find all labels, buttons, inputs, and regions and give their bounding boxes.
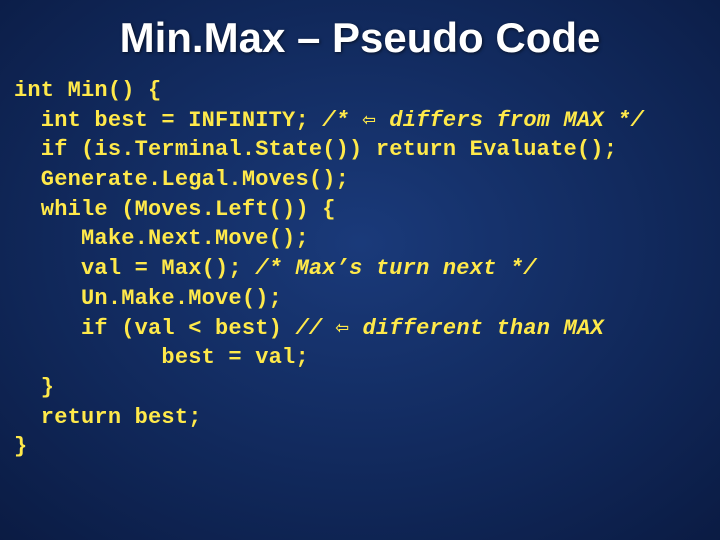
code-line: int best = INFINITY; [14, 108, 322, 133]
code-line: if (val < best) [14, 316, 295, 341]
slide: Min.Max – Pseudo Code int Min() { int be… [0, 0, 720, 540]
code-line: Generate.Legal.Moves(); [14, 167, 349, 192]
code-line: } [14, 434, 27, 459]
code-line: } [14, 375, 54, 400]
code-line: while (Moves.Left()) { [14, 197, 336, 222]
code-comment: /* Max’s turn next */ [255, 256, 536, 281]
code-line: if (is.Terminal.State()) return Evaluate… [14, 137, 617, 162]
code-comment: /* ⇦ differs from MAX */ [322, 108, 644, 133]
code-line: int Min() { [14, 78, 161, 103]
code-line: Make.Next.Move(); [14, 226, 309, 251]
code-comment: // ⇦ different than MAX [295, 316, 603, 341]
code-line: val = Max(); [14, 256, 255, 281]
code-line: Un.Make.Move(); [14, 286, 282, 311]
code-block: int Min() { int best = INFINITY; /* ⇦ di… [0, 70, 720, 462]
page-title: Min.Max – Pseudo Code [0, 0, 720, 70]
code-line: best = val; [14, 345, 309, 370]
code-line: return best; [14, 405, 202, 430]
